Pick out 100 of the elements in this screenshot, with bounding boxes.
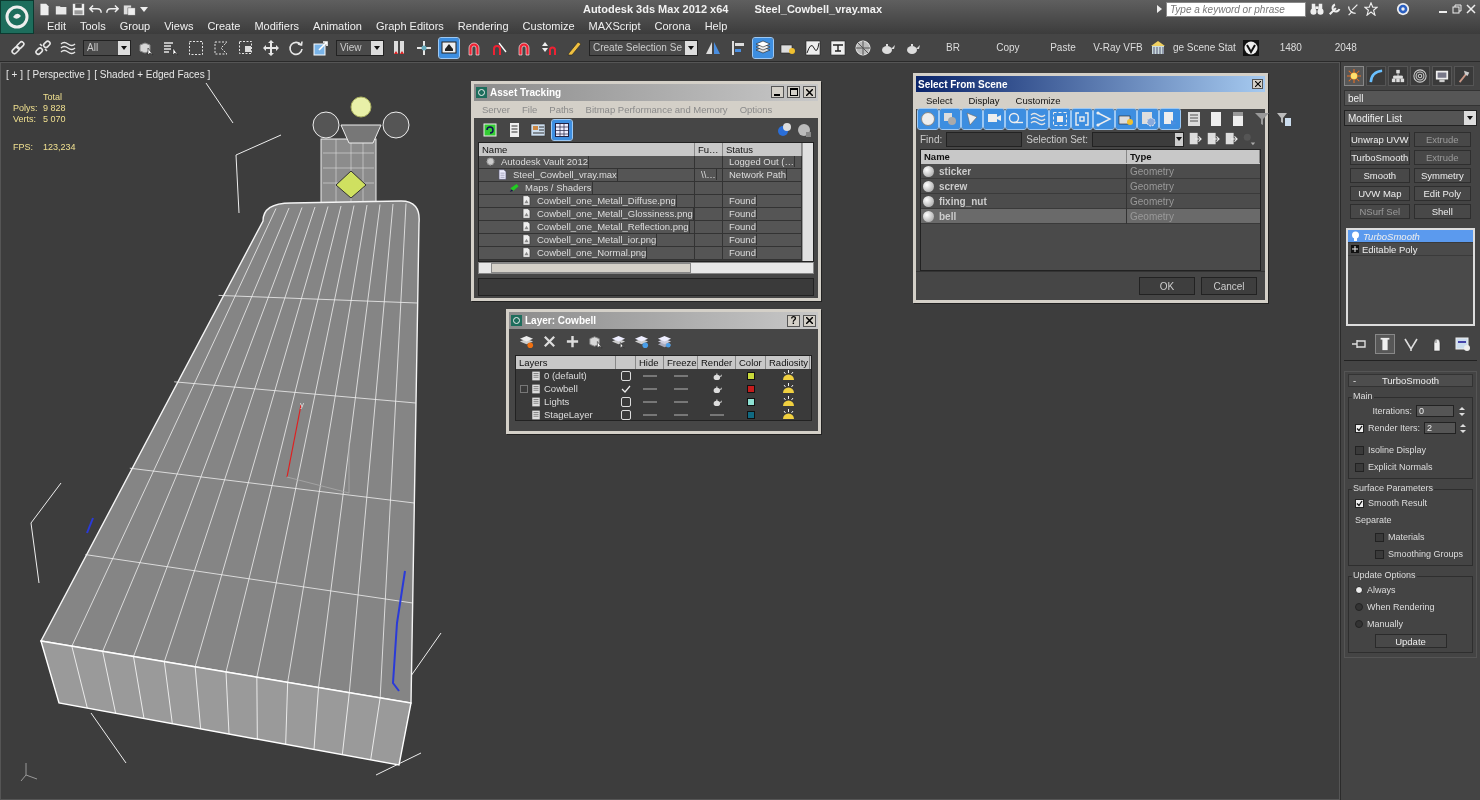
caret-icon[interactable] — [140, 6, 148, 12]
menu-item[interactable]: Animation — [306, 20, 369, 32]
binoculars-icon[interactable] — [1310, 2, 1324, 16]
column-header[interactable]: Render — [698, 356, 736, 369]
layer-name[interactable]: 0 (default) — [544, 370, 587, 381]
menu-item[interactable]: Customize — [1007, 95, 1069, 107]
move-arrows-icon[interactable] — [261, 37, 281, 58]
perspective-viewport[interactable] — [0, 62, 1340, 800]
doc-export-icon[interactable] — [1205, 132, 1220, 146]
find-field[interactable] — [946, 131, 1023, 147]
teapot-icon[interactable] — [711, 371, 723, 380]
radio-button[interactable] — [1355, 586, 1363, 594]
spinner-arrows-icon[interactable] — [1459, 422, 1466, 434]
maximize-button[interactable] — [787, 86, 800, 99]
menu-item[interactable]: Graph Editors — [368, 20, 451, 32]
modifier-button[interactable]: UVW Map — [1350, 186, 1410, 201]
toolbar-button[interactable]: V-Ray VFB — [1092, 42, 1143, 53]
sun-icon[interactable] — [781, 396, 795, 407]
color-swatch[interactable] — [747, 397, 755, 406]
layer-name[interactable]: Cowbell — [544, 383, 578, 394]
modifier-button[interactable]: TurboSmooth — [1350, 150, 1410, 165]
dropdown[interactable]: View — [336, 39, 384, 56]
column-header[interactable]: Color — [736, 356, 766, 369]
layer-new-icon[interactable] — [519, 333, 534, 349]
menu-item[interactable]: Select — [918, 95, 961, 107]
render-toggle[interactable] — [710, 413, 724, 416]
hammer-icon[interactable] — [1454, 66, 1474, 86]
close-button[interactable] — [803, 314, 816, 327]
current-layer-checkbox[interactable] — [621, 396, 631, 407]
close-button[interactable] — [803, 86, 816, 99]
star-icon[interactable] — [1364, 2, 1378, 16]
checkbox[interactable] — [1375, 549, 1384, 559]
layers-icon[interactable] — [752, 37, 773, 58]
color-swatch[interactable] — [747, 371, 755, 380]
column-header[interactable]: Hide — [636, 356, 664, 369]
dialog-button[interactable]: OK — [1139, 277, 1195, 295]
menu-item[interactable]: Customize — [515, 20, 582, 32]
satellite-icon[interactable] — [1346, 2, 1360, 16]
project-folder-icon[interactable] — [123, 2, 136, 16]
toolbar-button[interactable]: 2048 — [1320, 42, 1371, 53]
bulb-icon[interactable] — [1351, 231, 1360, 241]
tree-item[interactable]: Cowbell_one_Metall_ior.png — [534, 233, 658, 246]
hierarchy-icon[interactable] — [1388, 66, 1408, 86]
menu-item[interactable]: Help — [697, 20, 735, 32]
sun-icon[interactable] — [1344, 66, 1364, 86]
radio-button[interactable] — [1355, 620, 1363, 628]
curve-icon[interactable] — [1366, 66, 1386, 86]
viewport-label[interactable]: [ + ] — [6, 69, 23, 80]
minimize-button[interactable] — [771, 86, 784, 99]
horizontal-scrollbar[interactable] — [478, 262, 814, 275]
menu-item[interactable]: Edit — [40, 20, 73, 32]
expand-box[interactable] — [520, 384, 528, 393]
group-icon[interactable] — [1050, 109, 1070, 130]
spinner-field[interactable]: 0 — [1416, 405, 1454, 417]
app-doc-icon[interactable] — [38, 2, 51, 16]
hide-toggle[interactable] — [643, 374, 657, 377]
tree-item[interactable]: Autodesk Vault 2012 — [498, 155, 589, 168]
layer-cursor-icon[interactable] — [611, 333, 626, 349]
teapot-icon[interactable] — [711, 384, 723, 393]
modifier-button[interactable]: Unwrap UVW — [1350, 132, 1410, 147]
tree-item[interactable]: Steel_Cowbell_vray.max — [510, 168, 618, 181]
round-badge-icon[interactable] — [1240, 37, 1261, 58]
tape-icon[interactable] — [1006, 109, 1026, 130]
menu-item[interactable]: Rendering — [450, 20, 516, 32]
current-layer-checkbox[interactable] — [621, 409, 631, 420]
freeze-toggle[interactable] — [674, 400, 688, 403]
viewport-label[interactable]: [ Perspective ] — [26, 69, 91, 80]
broken-chain-icon[interactable] — [33, 37, 53, 58]
viewport-label[interactable]: [ Shaded + Edged Faces ] — [94, 69, 211, 80]
dialog-button[interactable]: Cancel — [1201, 277, 1257, 295]
doc-export-icon[interactable] — [1187, 132, 1202, 146]
config-icon[interactable] — [1452, 334, 1473, 354]
keyboard-icon[interactable] — [439, 37, 459, 58]
tree-item[interactable]: Cowbell_one_Metall_Diffuse.png — [534, 194, 677, 207]
checkbox[interactable] — [1355, 423, 1364, 433]
app-logo-icon[interactable] — [0, 0, 34, 34]
help-button[interactable]: ? — [787, 314, 800, 327]
column-header[interactable]: Radiosity — [766, 356, 810, 369]
wrench-icon[interactable] — [1328, 2, 1342, 16]
modifier-list-dropdown[interactable]: Modifier List — [1344, 110, 1477, 126]
plus-icon[interactable] — [565, 333, 580, 349]
dropdown[interactable]: Create Selection Se — [589, 39, 698, 56]
column-header[interactable]: Layers — [516, 356, 616, 369]
layer-name[interactable]: StageLayer — [544, 409, 593, 420]
curve-graph-icon[interactable] — [802, 37, 823, 58]
checkmark-icon[interactable] — [621, 383, 631, 394]
sun-icon[interactable] — [781, 409, 795, 420]
teapot-icon[interactable] — [711, 397, 723, 406]
modifier-button[interactable]: Edit Poly — [1413, 186, 1471, 201]
checkbox[interactable] — [1355, 498, 1364, 508]
menu-item[interactable]: Display — [960, 95, 1008, 107]
checkbox[interactable] — [1375, 532, 1384, 542]
gear-doc-icon[interactable] — [1138, 109, 1158, 130]
spinner-field[interactable]: 2 — [1424, 422, 1456, 434]
object-name-field[interactable]: bell — [1344, 90, 1480, 106]
help-icon[interactable] — [776, 121, 792, 138]
restore-icon[interactable] — [1452, 4, 1462, 14]
tree-item[interactable]: Cowbell_one_Metall_Glossiness.png — [534, 207, 694, 220]
current-layer-checkbox[interactable] — [621, 370, 631, 381]
selection-set-dropdown[interactable] — [1091, 131, 1184, 147]
